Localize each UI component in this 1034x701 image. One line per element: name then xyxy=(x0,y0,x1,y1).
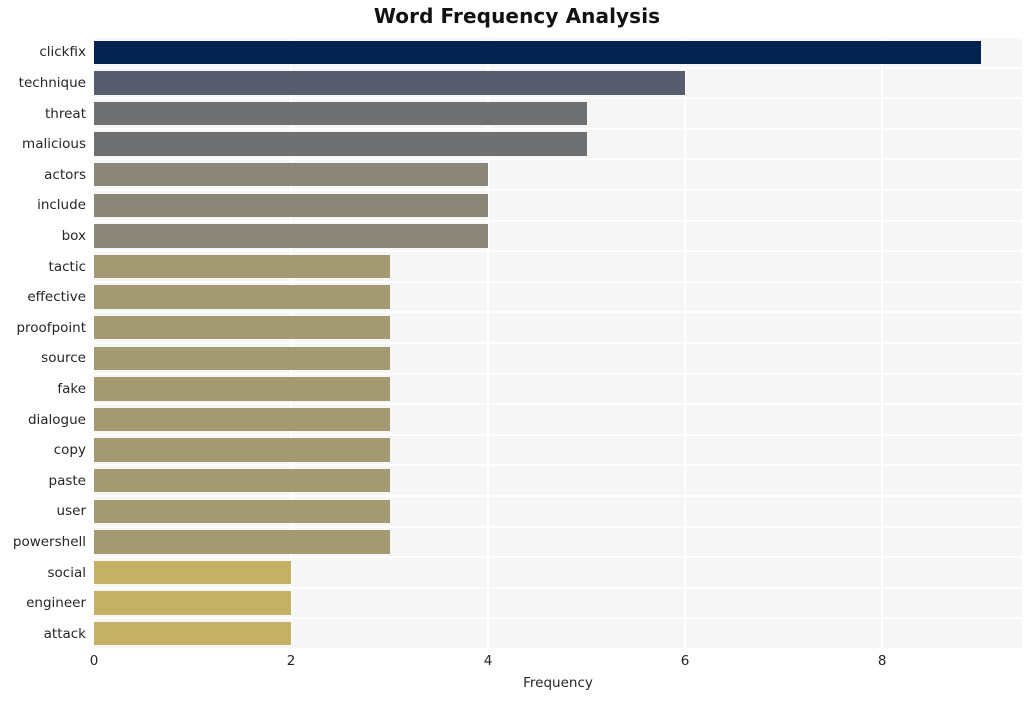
bar-include xyxy=(94,193,489,217)
bar-actors xyxy=(94,163,489,187)
bar-source xyxy=(94,346,390,370)
y-tick-label-proofpoint: proofpoint xyxy=(16,319,86,336)
bar-malicious xyxy=(94,132,587,156)
y-tick-label-engineer: engineer xyxy=(26,595,86,612)
bar-powershell xyxy=(94,530,390,554)
bar-fake xyxy=(94,377,390,401)
bar-threat xyxy=(94,101,587,126)
y-tick-label-technique: technique xyxy=(18,74,86,91)
y-tick-label-attack: attack xyxy=(43,625,86,642)
y-tick-label-fake: fake xyxy=(57,380,86,397)
y-tick-label-social: social xyxy=(47,564,87,581)
bar-social xyxy=(94,560,292,585)
y-tick-label-user: user xyxy=(56,503,86,520)
y-tick-label-copy: copy xyxy=(53,442,86,459)
x-tick-label-6: 6 xyxy=(680,653,690,669)
bar-engineer xyxy=(94,591,292,615)
y-tick-label-dialogue: dialogue xyxy=(27,411,86,428)
bar-clickfix xyxy=(94,40,981,64)
bar-attack xyxy=(94,622,292,646)
chart-figure: Word Frequency Analysis clickfix techniqu… xyxy=(0,0,1034,701)
chart-title: Word Frequency Analysis xyxy=(373,4,661,28)
y-tick-label-effective: effective xyxy=(27,289,86,306)
y-tick-label-powershell: powershell xyxy=(12,533,86,550)
bar-proofpoint xyxy=(94,316,390,340)
y-tick-label-box: box xyxy=(61,227,86,244)
x-tick-label-4: 4 xyxy=(483,653,493,669)
y-tick-label-paste: paste xyxy=(48,472,86,489)
y-tick-label-actors: actors xyxy=(44,166,86,183)
bar-user xyxy=(94,499,390,523)
vertical-gridline xyxy=(487,37,490,649)
x-tick-label-2: 2 xyxy=(286,653,296,669)
plot-area xyxy=(94,37,1022,649)
x-tick-label-8: 8 xyxy=(877,653,887,669)
x-axis-title: Frequency xyxy=(523,675,593,691)
bar-box xyxy=(94,224,489,248)
vertical-gridline xyxy=(290,37,293,649)
vertical-gridline xyxy=(881,37,884,649)
y-tick-label-clickfix: clickfix xyxy=(39,44,86,61)
y-tick-label-source: source xyxy=(41,350,86,367)
bar-effective xyxy=(94,285,390,309)
bar-tactic xyxy=(94,254,390,279)
x-tick-label-0: 0 xyxy=(89,653,99,669)
x-axis-tick-labels: 0 2 4 6 8 xyxy=(0,653,1034,675)
y-tick-label-include: include xyxy=(37,197,86,214)
y-tick-label-malicious: malicious xyxy=(22,136,86,153)
bar-paste xyxy=(94,469,390,493)
y-tick-label-tactic: tactic xyxy=(48,258,86,275)
bar-technique xyxy=(94,71,686,95)
y-axis-tick-labels: clickfix technique threat malicious actors in… xyxy=(0,37,86,649)
vertical-gridline xyxy=(684,37,687,649)
bar-copy xyxy=(94,438,390,462)
bar-dialogue xyxy=(94,407,390,432)
vertical-gridline xyxy=(94,37,95,649)
y-tick-label-threat: threat xyxy=(45,105,86,122)
